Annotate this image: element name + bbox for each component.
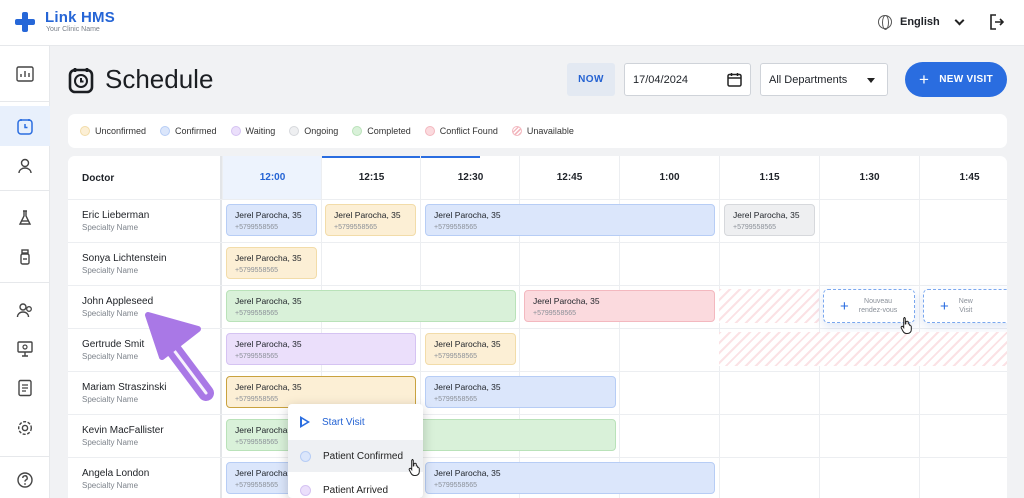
appointment-card[interactable]: Jerel Parocha, 35 +5799558565 — [226, 290, 516, 322]
doctor-column-header: Doctor — [82, 173, 115, 184]
appointment-card[interactable]: Jerel Parocha, 35 +5799558565 — [724, 204, 815, 236]
confirmed-dot-icon — [300, 450, 311, 462]
unavailable-slot — [719, 332, 1007, 366]
appointment-card[interactable]: Jerel Parocha, 35 +5799558565 — [425, 204, 715, 236]
page-title: Schedule — [105, 64, 214, 94]
date-value: 17/04/2024 — [633, 73, 689, 86]
logout-icon[interactable] — [990, 14, 1004, 30]
language-selector[interactable]: English — [878, 15, 965, 30]
sidebar-item-patients[interactable] — [0, 146, 50, 186]
logo-cross-icon — [15, 12, 35, 32]
sidebar-item-settings[interactable] — [0, 408, 50, 448]
play-icon — [300, 416, 310, 428]
legend-ongoing: Ongoing — [289, 126, 338, 136]
legend-completed: Completed — [352, 126, 411, 136]
legend-unconfirmed: Unconfirmed — [80, 126, 146, 136]
legend-conflict-found: Conflict Found — [424, 126, 498, 136]
unavailable-slot — [719, 289, 819, 323]
menu-item-patient-arrived[interactable]: Patient Arrived — [288, 474, 423, 498]
department-value: All Departments — [769, 73, 848, 86]
plus-icon: + — [840, 297, 849, 315]
doctor-row[interactable]: Sonya Lichtenstein Specialty Name — [68, 242, 222, 285]
chevron-down-icon — [954, 15, 965, 25]
document-icon — [18, 379, 32, 397]
time-header: 12:00 — [222, 156, 322, 199]
appointment-card[interactable]: Jerel Parocha, 35 +5799558565 — [226, 247, 317, 279]
annotation-arrow-icon — [145, 312, 214, 401]
time-header: 1:45 — [919, 156, 1007, 199]
chart-icon — [16, 66, 34, 82]
users-icon — [16, 303, 32, 318]
appointment-card[interactable]: Jerel Parocha, 35 +5799558565 — [325, 204, 416, 236]
plus-icon: + — [918, 69, 930, 89]
sidebar-item-staff[interactable] — [0, 290, 50, 330]
sidebar-item-pharmacy[interactable] — [0, 237, 50, 277]
app-name: Link HMS — [45, 9, 115, 26]
department-select[interactable]: All Departments — [760, 63, 888, 96]
flask-icon — [18, 210, 32, 225]
appointment-context-menu: Start Visit Patient Confirmed Patient Ar… — [288, 404, 423, 498]
sidebar-item-dashboard[interactable] — [0, 54, 50, 94]
globe-icon — [878, 15, 892, 30]
time-header: 1:15 — [719, 156, 819, 199]
sidebar-item-monitor[interactable] — [0, 329, 50, 369]
appointment-card[interactable]: Jerel Parocha, 35 +5799558565 — [425, 462, 715, 494]
hand-cursor-icon — [408, 459, 420, 476]
sidebar-item-help[interactable] — [0, 460, 50, 498]
appointment-card[interactable]: Jerel Parocha, 35 +5799558565 — [226, 204, 317, 236]
sidebar-item-lab[interactable] — [0, 198, 50, 238]
appointment-card[interactable]: Jerel Parocha, 35 +5799558565 — [524, 290, 715, 322]
sidebar — [0, 46, 50, 498]
app-subtitle: Your Clinic Name — [46, 26, 100, 33]
legend-waiting: Waiting — [230, 126, 275, 136]
sidebar-item-reports[interactable] — [0, 368, 50, 408]
date-picker[interactable]: 17/04/2024 — [624, 63, 751, 96]
dropdown-arrow-icon — [867, 78, 875, 83]
now-button[interactable]: NOW — [567, 63, 615, 96]
appointment-card[interactable]: Jerel Parocha, 35 +5799558565 — [226, 333, 416, 365]
doctor-row[interactable]: Kevin MacFallister Specialty Name — [68, 414, 222, 457]
new-visit-button[interactable]: + NEW VISIT — [905, 62, 1007, 97]
calendar-icon[interactable] — [727, 72, 742, 87]
time-header: 12:45 — [519, 156, 619, 199]
new-visit-label: NEW VISIT — [939, 74, 994, 85]
schedule-clock-icon — [68, 68, 94, 94]
top-bar: Link HMS Your Clinic Name English — [0, 0, 1024, 46]
menu-item-patient-confirmed[interactable]: Patient Confirmed — [288, 440, 423, 472]
monitor-icon — [17, 341, 33, 357]
time-header: 1:30 — [819, 156, 919, 199]
waiting-dot-icon — [300, 484, 311, 496]
menu-item-start-visit[interactable]: Start Visit — [288, 406, 423, 438]
user-icon — [18, 158, 32, 174]
bottle-icon — [20, 249, 30, 265]
appointment-card[interactable]: Jerel Parocha, 35 +5799558565 — [425, 333, 516, 365]
plus-icon: + — [940, 297, 949, 315]
legend-confirmed: Confirmed — [160, 126, 217, 136]
new-visit-slot[interactable]: + New Visit — [923, 289, 1007, 323]
appointment-card[interactable]: Jerel Parocha, 35 +5799558565 — [425, 376, 616, 408]
gear-icon — [17, 420, 33, 436]
legend-unavailable: Unavailable — [511, 126, 574, 136]
doctor-row[interactable]: Angela London Specialty Name — [68, 457, 222, 498]
status-legend: Unconfirmed Confirmed Waiting Ongoing Co… — [68, 114, 1007, 148]
help-icon — [17, 472, 33, 488]
time-header: 12:15 — [321, 156, 421, 199]
time-header: 12:30 — [420, 156, 520, 199]
language-label: English — [900, 16, 940, 28]
clock-icon — [17, 119, 33, 135]
sidebar-item-schedule[interactable] — [0, 106, 50, 146]
doctor-row[interactable]: Eric Lieberman Specialty Name — [68, 199, 222, 242]
time-header: 1:00 — [619, 156, 719, 199]
hand-cursor-icon — [900, 317, 912, 334]
